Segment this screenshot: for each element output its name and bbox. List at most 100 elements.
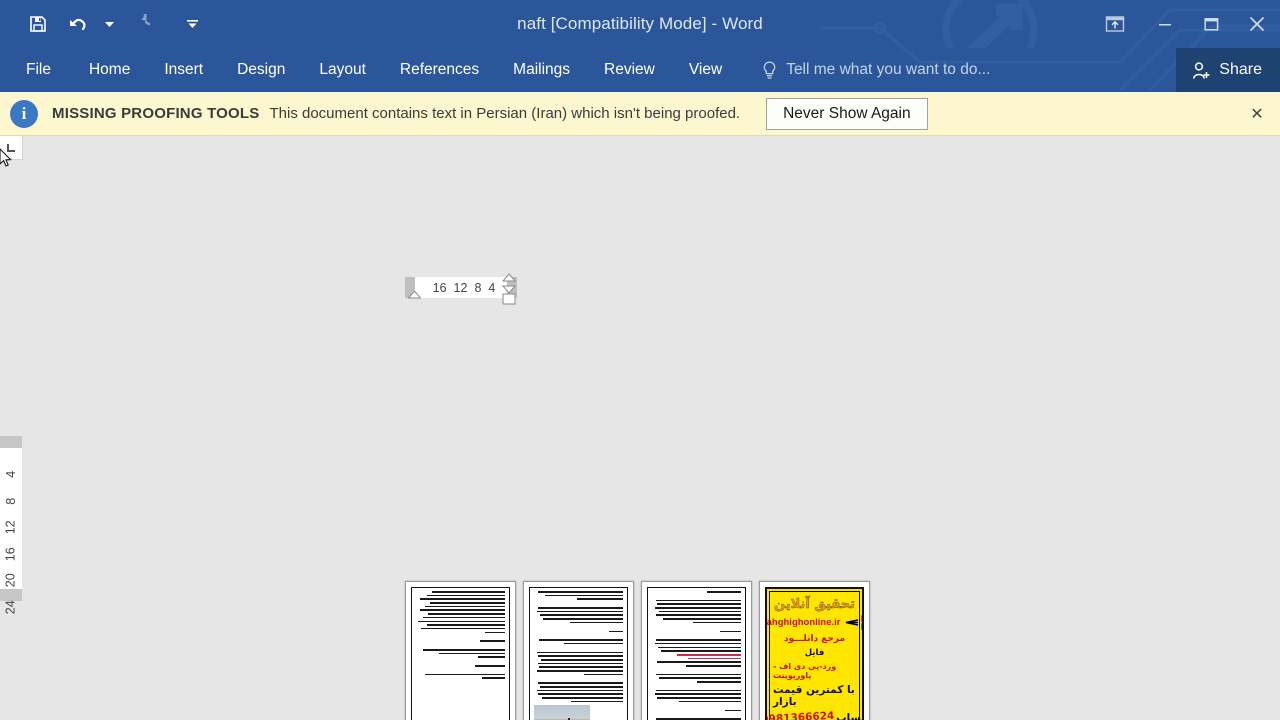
tab-insert[interactable]: Insert: [164, 48, 203, 92]
tab-references[interactable]: References: [400, 48, 479, 92]
text-line: [539, 666, 623, 668]
ad-price-line: با کمترین قیمت بازار: [773, 684, 855, 708]
vruler-tick: 24: [3, 599, 18, 614]
quick-access-toolbar: [0, 0, 212, 48]
text-line: [657, 603, 741, 605]
text-line: [538, 693, 623, 696]
undo-dropdown-button[interactable]: [98, 4, 120, 44]
message-bar-close-icon[interactable]: ✕: [1244, 101, 1270, 127]
page-thumbnail-4[interactable]: تحقیق آنلاین Tahghighonline.ir مرجع دانل…: [759, 581, 870, 720]
text-line: [536, 651, 623, 654]
tab-file[interactable]: File: [26, 48, 51, 92]
arrow-left-icon: [845, 619, 858, 626]
tab-mailings[interactable]: Mailings: [513, 48, 570, 92]
text-line: [544, 594, 623, 597]
tab-layout[interactable]: Layout: [319, 48, 366, 92]
text-line: [657, 661, 741, 663]
text-line: [656, 639, 741, 641]
text-line: [692, 621, 741, 624]
text-line: [474, 665, 505, 667]
ad-file-line: فایل: [804, 648, 825, 658]
page-thumbnail-2[interactable]: [523, 581, 634, 720]
never-show-again-button[interactable]: Never Show Again: [766, 97, 928, 130]
right-indent-marker[interactable]: [502, 273, 516, 307]
message-bar: i MISSING PROOFING TOOLS This document c…: [0, 92, 1280, 136]
hruler-tick: 4: [488, 280, 496, 295]
text-line: [685, 665, 741, 667]
tab-design[interactable]: Design: [237, 48, 285, 92]
customize-qat-button[interactable]: [172, 4, 212, 44]
minimize-button[interactable]: [1142, 0, 1188, 48]
tab-stop-selector[interactable]: [0, 136, 23, 160]
vruler-margin-bottom: [0, 589, 22, 601]
text-line: [537, 591, 623, 593]
tab-home[interactable]: Home: [89, 48, 130, 92]
ad-reference-line: مرجع دانلـــود: [783, 634, 846, 644]
page-thumbnail-3[interactable]: [641, 581, 752, 720]
minimize-icon: [1159, 24, 1171, 26]
vruler-margin-top: [0, 436, 22, 448]
text-line: [424, 673, 505, 676]
text-line: [657, 697, 741, 699]
text-line: [419, 609, 505, 612]
share-button[interactable]: Share: [1176, 48, 1280, 92]
first-line-indent-marker[interactable]: [408, 291, 421, 302]
text-line: [537, 662, 623, 665]
text-line: [676, 653, 741, 656]
text-line: [583, 673, 623, 676]
horizontal-ruler[interactable]: 16 12 8 4: [405, 273, 517, 305]
page-1-content: [411, 587, 510, 720]
ribbon-display-options-button[interactable]: [1088, 0, 1142, 48]
text-line: [707, 591, 741, 593]
page-thumbnail-1[interactable]: [405, 581, 516, 720]
ad-formats-line: ورد-پی دی اف - پاورپوینت: [773, 662, 837, 680]
text-line: [423, 648, 505, 651]
text-line: [439, 652, 505, 655]
text-line: [655, 599, 741, 602]
text-line: [420, 598, 505, 600]
chevron-down-icon: [104, 21, 114, 27]
text-line: [541, 658, 623, 661]
close-icon: [1249, 16, 1265, 32]
tab-review[interactable]: Review: [604, 48, 655, 92]
message-bar-text: This document contains text in Persian (…: [269, 105, 741, 122]
save-icon: [30, 16, 46, 32]
ribbon-display-icon: [1105, 16, 1125, 32]
instagram-icon: [860, 615, 862, 622]
oil-derrick-image: [534, 705, 590, 720]
document-work-area: 16 12 8 4 4 8 12 16 20 24 تحقیق آنلاین T…: [0, 136, 1280, 720]
vruler-tick: 12: [3, 520, 18, 535]
text-line: [421, 627, 505, 630]
text-line: [537, 682, 623, 684]
text-line: [564, 642, 623, 645]
title-bar: naft [Compatibility Mode] - Word: [0, 0, 1280, 48]
redo-button[interactable]: [120, 4, 160, 44]
page-1-text: [412, 588, 509, 684]
horizontal-ruler-ticks: 16 12 8 4: [427, 281, 496, 295]
text-line: [481, 677, 505, 679]
restore-button[interactable]: [1188, 0, 1234, 48]
page-2-content: [529, 587, 628, 720]
tab-view[interactable]: View: [689, 48, 722, 92]
vruler-tick: 8: [3, 497, 18, 505]
text-line: [656, 614, 741, 617]
left-tab-stop-icon: [7, 143, 15, 152]
text-line: [659, 677, 741, 679]
telegram-icon: [860, 623, 862, 630]
tell-me-box[interactable]: Tell me what you want to do...: [762, 61, 990, 80]
text-line: [687, 657, 741, 660]
text-line: [536, 610, 623, 613]
vertical-ruler[interactable]: 4 8 12 16 20 24: [0, 436, 22, 614]
text-line: [424, 605, 505, 608]
undo-button[interactable]: [58, 4, 98, 44]
save-button[interactable]: [18, 4, 58, 44]
vruler-tick: 20: [3, 573, 18, 588]
advertisement-page: تحقیق آنلاین Tahghighonline.ir مرجع دانل…: [765, 587, 864, 720]
text-line: [542, 697, 623, 699]
text-line: [659, 610, 741, 613]
text-line: [696, 681, 741, 683]
text-line: [428, 613, 505, 615]
text-line: [478, 656, 505, 658]
text-line: [658, 646, 741, 649]
close-button[interactable]: [1234, 0, 1280, 48]
